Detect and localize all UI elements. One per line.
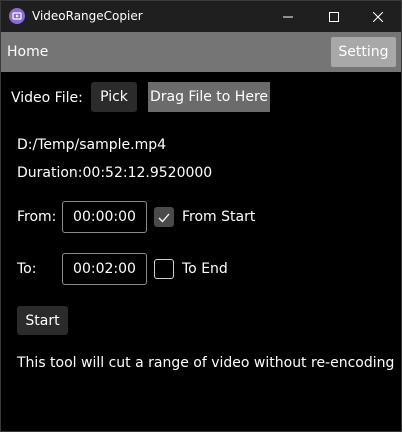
- start-button[interactable]: Start: [17, 306, 68, 335]
- close-button[interactable]: [355, 1, 401, 32]
- from-time-input[interactable]: 00:00:00: [62, 201, 147, 233]
- close-icon: [373, 11, 383, 22]
- checkmark-icon: [158, 208, 170, 227]
- nav-bar: Home Setting: [1, 32, 401, 72]
- drag-drop-area[interactable]: Drag File to Here: [148, 82, 270, 112]
- minimize-button[interactable]: [265, 1, 311, 32]
- window-title: VideoRangeCopier: [32, 9, 143, 23]
- to-label: To:: [17, 261, 37, 277]
- maximize-button[interactable]: [311, 1, 357, 32]
- app-icon: [9, 8, 25, 24]
- from-label: From:: [17, 209, 57, 225]
- to-end-checkbox[interactable]: [154, 259, 174, 279]
- video-file-label: Video File:: [11, 90, 83, 106]
- to-time-input[interactable]: 00:02:00: [62, 253, 147, 285]
- file-path: D:/Temp/sample.mp4: [17, 137, 167, 153]
- setting-button[interactable]: Setting: [331, 37, 396, 67]
- pick-button[interactable]: Pick: [91, 82, 137, 112]
- maximize-icon: [329, 11, 339, 22]
- from-start-label[interactable]: From Start: [182, 209, 255, 225]
- app-window: VideoRangeCopier Home Setting Video File…: [0, 0, 402, 432]
- duration-text: Duration:00:52:12.9520000: [17, 165, 213, 181]
- home-link[interactable]: Home: [7, 44, 48, 60]
- to-end-label[interactable]: To End: [182, 261, 228, 277]
- title-bar[interactable]: VideoRangeCopier: [1, 1, 401, 32]
- minimize-icon: [283, 12, 293, 22]
- description-text: This tool will cut a range of video with…: [17, 355, 395, 371]
- from-start-checkbox[interactable]: [154, 207, 174, 227]
